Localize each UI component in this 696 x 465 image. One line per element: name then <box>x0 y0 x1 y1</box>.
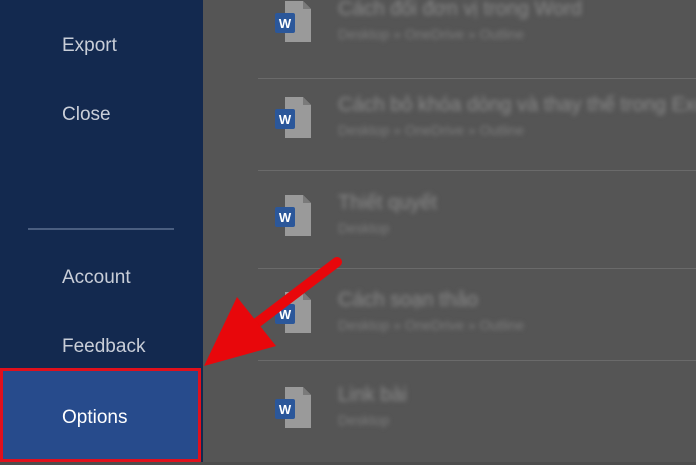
sidebar-divider <box>28 228 174 230</box>
list-separator <box>258 360 696 361</box>
list-separator <box>258 268 696 269</box>
list-separator <box>258 78 696 79</box>
word-document-icon: W <box>275 195 311 236</box>
doc-location: Desktop <box>338 220 390 236</box>
svg-text:W: W <box>279 210 292 225</box>
svg-text:W: W <box>279 112 292 127</box>
svg-text:W: W <box>279 16 292 31</box>
list-separator <box>258 170 696 171</box>
doc-location: Desktop » OneDrive » Outline <box>338 122 524 138</box>
nav-export[interactable]: Export <box>0 26 203 66</box>
doc-title: Cách bỏ khóa dòng và thay thế trong Exce… <box>338 94 696 116</box>
svg-text:W: W <box>279 307 292 322</box>
doc-title: Cách đổi đơn vị trong Word <box>338 0 582 20</box>
doc-title: Thiết quyết <box>338 192 437 214</box>
word-document-icon: W <box>275 1 311 42</box>
svg-text:W: W <box>279 402 292 417</box>
recent-doc-item[interactable]: W Cách đổi đơn vị trong Word Desktop » O… <box>268 0 696 68</box>
recent-doc-item[interactable]: W Cách bỏ khóa dòng và thay thế trong Ex… <box>268 94 696 164</box>
recent-doc-item[interactable]: W Cách soạn thảo Desktop » OneDrive » Ou… <box>268 289 696 359</box>
word-document-icon: W <box>275 387 311 428</box>
nav-close[interactable]: Close <box>0 95 203 135</box>
word-document-icon: W <box>275 292 311 333</box>
doc-location: Desktop » OneDrive » Outline <box>338 26 524 42</box>
nav-account[interactable]: Account <box>0 258 203 298</box>
doc-title: Cách soạn thảo <box>338 289 479 311</box>
backstage-sidebar: Export Close Account Feedback Options <box>0 0 203 462</box>
doc-location: Desktop » OneDrive » Outline <box>338 317 524 333</box>
recent-doc-item[interactable]: W Link bài Desktop <box>268 384 696 454</box>
doc-location: Desktop <box>338 412 390 428</box>
nav-feedback[interactable]: Feedback <box>0 327 203 367</box>
recent-doc-item[interactable]: W Thiết quyết Desktop <box>268 192 696 262</box>
doc-title: Link bài <box>338 384 407 406</box>
nav-options[interactable]: Options <box>0 368 201 462</box>
word-document-icon: W <box>275 97 311 138</box>
